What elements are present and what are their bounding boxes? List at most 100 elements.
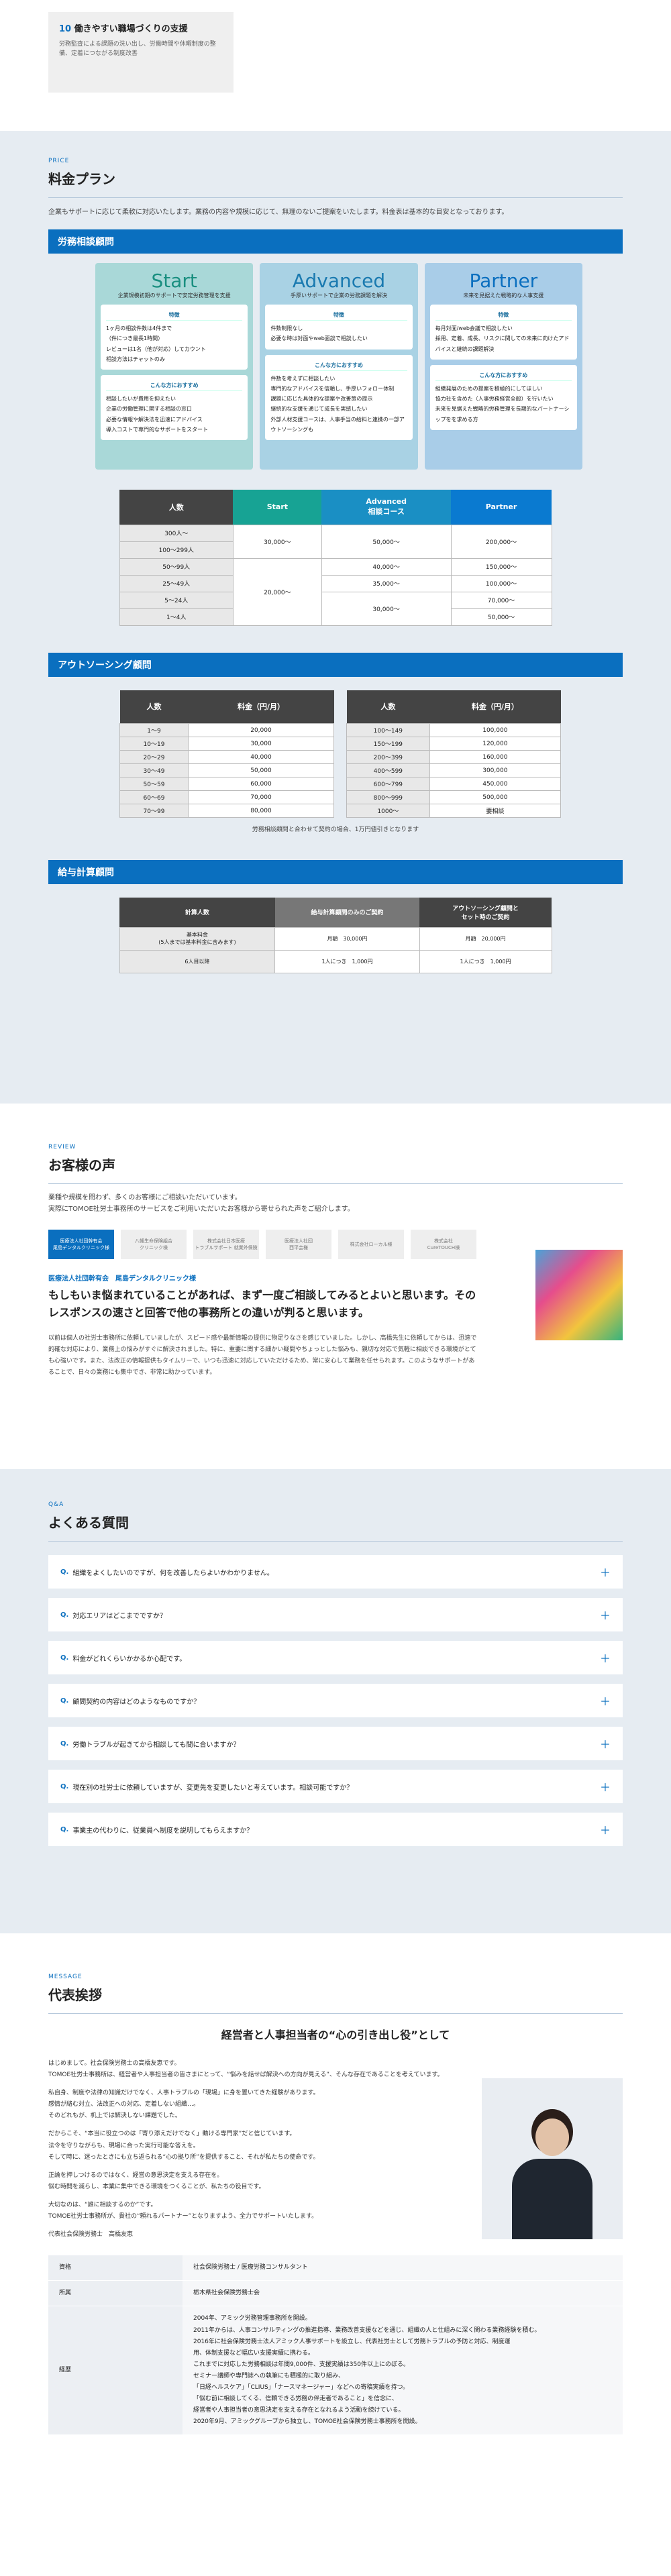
- faq-item[interactable]: Q. 現在別の社労士に依頼していますが、変更先を変更したいと考えています。相談可能…: [48, 1770, 623, 1803]
- review-lead: 業種や規模を問わず、多くのお客様にご相談いただいています。 実際にTOMOE社労…: [48, 1194, 354, 1213]
- service-number: 10: [59, 24, 72, 34]
- table-cell: 400～599: [346, 763, 430, 777]
- table-row: 1000～ 要相談: [346, 804, 562, 818]
- table-cell: 1～4人: [119, 608, 234, 626]
- recommend-item: 継続的な支援を通じて成長を実感したい: [270, 406, 368, 413]
- table-row: 100～149 100,000: [346, 723, 562, 737]
- faq-question: 顧問契約の内容はどのようなものですか？: [72, 1698, 201, 1706]
- table-header: 料金（円/月）: [188, 690, 334, 724]
- faq-list: Q. 組織をよくしたいのですが、何を改善したらよいかわかりません。＋ Q. 対応エリア…: [48, 1555, 623, 1846]
- plan-features: 特徴 件数制限なし 必要な時は対面やweb面談で相談したい: [265, 305, 413, 350]
- recommend-item: 外部人材支援コースは、人事手当の給料と連携の一部アウトソーシングも: [270, 416, 405, 433]
- plus-icon[interactable]: ＋: [600, 1821, 611, 1837]
- faq-item[interactable]: Q. 事業主の代わりに、従業員へ制度を説明してもらえますか？ ＋: [48, 1813, 623, 1846]
- table-row: 400～599 300,000: [346, 763, 562, 777]
- recommend-item: 企業の労働管理に関する相談の窓口: [106, 406, 192, 413]
- profile-value: 栃木県社会保険労務士会: [183, 2280, 623, 2307]
- recommend-item: 未来を見据えた戦略的労務管理を長期的なパートナーシップをを求める方: [435, 406, 570, 423]
- q-label: Q.: [60, 1782, 69, 1790]
- recommend-title: こんな方におすすめ: [435, 370, 572, 381]
- plan-start: Start 企業規模初期のサポートで安定労務管理を支援 特徴 1ヶ月の相談件数は…: [95, 263, 254, 470]
- plus-icon[interactable]: ＋: [600, 1564, 611, 1580]
- table-row: 10～19 30,000: [119, 737, 335, 751]
- faq-item[interactable]: Q. 労働トラブルが起きてから相談しても間に合いますか？ ＋: [48, 1727, 623, 1760]
- plus-icon[interactable]: ＋: [600, 1607, 611, 1623]
- plan-sub: 企業規模初期のサポートで安定労務管理を支援: [117, 292, 231, 299]
- plus-icon[interactable]: ＋: [600, 1778, 611, 1794]
- faq-item[interactable]: Q. 料金がどれくらいかかるか心配です。 ＋: [48, 1641, 623, 1674]
- plan-recommend: こんな方におすすめ 件数を考えずに相談したい 専門的なアドバイスを信頼し、手厚いフ…: [265, 354, 413, 440]
- table-header: 人数: [119, 690, 189, 724]
- payroll-table: 計算人数 給与計算顧問のみのご契約 アウトソーシング顧問と セット時のご契約 基…: [119, 898, 552, 973]
- table-header: 給与計算顧問のみのご契約: [274, 898, 420, 927]
- review-tab[interactable]: 医療法人社団幹有会 尾島デンタルクリニック様: [48, 1230, 114, 1259]
- table-row: 50～99人 20,000～ 40,000～ 150,000～: [119, 557, 552, 626]
- message-paragraph: はじめまして。社会保険労務士の高橋友恵です。 TOMOE社労士事務所は、経営者や…: [48, 2060, 444, 2079]
- plan-features: 特徴 毎月対面/web会議で相談したい 採用、定着、成長、リスクに関しての未来に向…: [429, 305, 577, 360]
- faq-section: Q&A よくある質問 Q. 組織をよくしたいのですが、何を改善したらよいかわかりま…: [0, 1469, 671, 1933]
- review-tab[interactable]: 株式会社 CureTOUCH様: [411, 1230, 476, 1259]
- recommend-item: 件数を考えずに相談したい: [270, 375, 336, 382]
- table-row: 5～24人 30,000～ 70,000～: [119, 591, 552, 626]
- table-cell: 70～99: [119, 804, 189, 818]
- table-cell: 50～99人: [119, 557, 234, 576]
- table-cell: 200,000～: [450, 524, 552, 559]
- table-cell: 800～999: [346, 790, 430, 804]
- table-header: 人数: [119, 490, 234, 525]
- divider: [48, 1183, 623, 1184]
- review-tab[interactable]: 株式会社日本医療 トラブルサポート 就業外保険: [193, 1230, 259, 1259]
- table-cell: 100～149: [346, 723, 430, 737]
- review-tab[interactable]: 八幡生命保険組合 クリニック様: [121, 1230, 187, 1259]
- plan-advanced: Advanced 手厚いサポートで企業の労務課題を解決 特徴 件数制限なし 必要な…: [260, 263, 418, 470]
- table-row: 30～49 50,000: [119, 763, 335, 777]
- feature-item: （件につき最長1時間）: [106, 335, 164, 342]
- q-label: Q.: [60, 1654, 69, 1662]
- table-cell: 150,000～: [450, 557, 552, 576]
- plan-recommend: こんな方におすすめ 相談したいが費用を抑えたい 企業の労働管理に関する相談の窓口必…: [101, 374, 248, 440]
- review-tab[interactable]: 株式会社ローカル様: [338, 1230, 404, 1259]
- message-paragraph: 大切なのは、“誰に相談するのか”です。 TOMOE社労士事務所が、貴社の“頼れる…: [48, 2201, 318, 2220]
- plan-partner: Partner 未来を見据えた戦略的な人事支援 特徴 毎月対面/web会議で相談…: [424, 263, 582, 470]
- table-cell: 50,000～: [450, 608, 552, 626]
- table-cell: 月額 30,000円: [274, 926, 420, 951]
- person-figure: [512, 2112, 592, 2239]
- table-header: Partner: [451, 490, 552, 525]
- review-title: お客様の声: [48, 1157, 115, 1173]
- message-text: はじめまして。社会保険労務士の高橋友恵です。 TOMOE社労士事務所は、経営者や…: [48, 2058, 464, 2241]
- plus-icon[interactable]: ＋: [600, 1693, 611, 1709]
- table-row: 50～59 60,000: [119, 777, 335, 791]
- q-label: Q.: [60, 1697, 69, 1705]
- plan-sub: 手厚いサポートで企業の労務課題を解決: [290, 292, 387, 299]
- table-cell: 30～49: [119, 763, 189, 777]
- table-cell: 1人につき 1,000円: [274, 949, 420, 973]
- price-title: 料金プラン: [48, 171, 115, 187]
- message-title: 代表挨拶: [48, 1987, 102, 2003]
- faq-item[interactable]: Q. 顧問契約の内容はどのようなものですか？ ＋: [48, 1684, 623, 1717]
- outsourcing-note: 労務相談顧問と合わせて契約の場合、1万円値引きとなります: [252, 826, 419, 833]
- table-cell: 1000～: [346, 804, 430, 818]
- outsourcing-table-right: 人数 料金（円/月） 100～149 100,000 150～199 120,000 20…: [346, 690, 562, 818]
- q-label: Q.: [60, 1611, 69, 1619]
- table-cell: 要相談: [429, 804, 562, 818]
- table-cell: 70,000: [187, 790, 335, 804]
- price-section: PRICE 料金プラン 企業もサポートに応じて柔軟に対応いたします。業務の内容や…: [0, 131, 671, 1104]
- price-table: 人数 Start Advanced 相談コース Partner 300人～ 30,…: [119, 490, 552, 626]
- message-paragraph: だからこそ、“本当に役立つのは「寄り添えだけでなく」動ける専門家”だと信じていま…: [48, 2131, 319, 2161]
- review-tab[interactable]: 医療法人社団 西平会様: [266, 1230, 331, 1259]
- faq-item[interactable]: Q. 対応エリアはどこまでですか？ ＋: [48, 1598, 623, 1631]
- table-row: 所属 栃木県社会保険労務士会: [48, 2280, 623, 2307]
- table-cell: 40,000～: [321, 557, 452, 576]
- table-row: 6人目以降 1人につき 1,000円 1人につき 1,000円: [119, 949, 552, 973]
- table-cell: 300人～: [119, 524, 234, 542]
- table-cell: 600～799: [346, 777, 430, 791]
- plus-icon[interactable]: ＋: [600, 1735, 611, 1752]
- table-cell: 100,000～: [450, 574, 552, 592]
- table-row: 基本料金 (5人までは基本料金に含みます) 月額 30,000円 月額 20,000…: [119, 926, 552, 951]
- table-cell: 30,000～: [321, 591, 452, 626]
- table-cell: 25～49人: [119, 574, 234, 592]
- faq-item[interactable]: Q. 組織をよくしたいのですが、何を改善したらよいかわかりません。 ＋: [48, 1555, 623, 1589]
- table-row: 60～69 70,000: [119, 790, 335, 804]
- plan-sub: 未来を見据えた戦略的な人事支援: [463, 292, 544, 299]
- plus-icon[interactable]: ＋: [600, 1650, 611, 1666]
- profile-table: 資格 社会保険労務士 / 医療労務コンサルタント 所属 栃木県社会保険労務士会 経歴…: [48, 2255, 623, 2436]
